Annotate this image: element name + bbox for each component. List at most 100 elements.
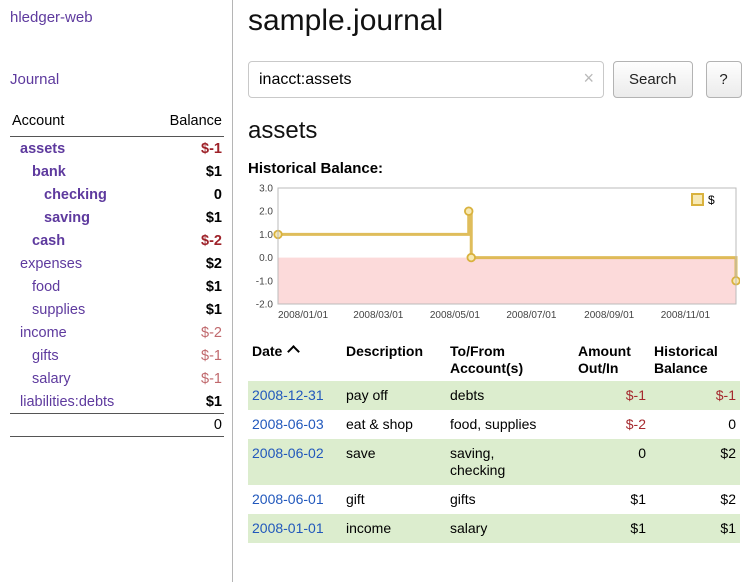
accounts-header-account: Account — [12, 113, 64, 129]
transaction-description: eat & shop — [342, 410, 446, 439]
account-row: gifts $-1 — [10, 344, 224, 367]
transaction-date-link[interactable]: 2008-12-31 — [252, 387, 324, 403]
account-row: food $1 — [10, 275, 224, 298]
account-link[interactable]: liabilities:debts — [12, 394, 114, 410]
transaction-date-link[interactable]: 2008-06-02 — [252, 445, 324, 461]
tofrom-column-header: To/From Account(s) — [446, 339, 574, 381]
account-link[interactable]: saving — [12, 210, 90, 226]
account-balance: $-1 — [201, 141, 222, 157]
transaction-description: save — [342, 439, 446, 485]
account-link[interactable]: salary — [12, 371, 71, 387]
account-row: salary$-1 — [10, 367, 224, 390]
search-box: × — [248, 61, 604, 98]
svg-text:2008/09/01: 2008/09/01 — [584, 310, 634, 321]
account-row: cash $-2 — [10, 229, 224, 252]
transaction-description: pay off — [342, 381, 446, 410]
register-row: 2008-06-01 giftgifts$1$2 — [248, 485, 740, 514]
account-row: saving$1 — [10, 206, 224, 229]
account-row: expenses$2 — [10, 252, 224, 275]
transaction-amount: $1 — [574, 485, 650, 514]
account-row: checking 0 — [10, 183, 224, 206]
svg-text:2008/07/01: 2008/07/01 — [506, 310, 556, 321]
account-row: liabilities:debts$1 — [10, 390, 224, 413]
accounts-table: Account Balance assets $-1 bank $1 checking 0… — [10, 111, 224, 437]
description-column-header: Description — [342, 339, 446, 381]
transaction-balance: $2 — [650, 439, 740, 485]
transaction-accounts: debts — [446, 381, 574, 410]
transaction-accounts: salary — [446, 514, 574, 543]
transaction-accounts: gifts — [446, 485, 574, 514]
transaction-amount: $1 — [574, 514, 650, 543]
account-row: bank $1 — [10, 160, 224, 183]
transaction-balance: $2 — [650, 485, 740, 514]
balance-header-line1: Historical — [654, 343, 718, 359]
balance-column-header: Historical Balance — [650, 339, 740, 381]
svg-text:$: $ — [708, 193, 715, 207]
search-form: × Search ? — [248, 61, 742, 98]
account-link[interactable]: checking — [12, 187, 107, 203]
amount-header-line2: Out/In — [578, 360, 618, 376]
clear-search-icon[interactable]: × — [583, 68, 594, 88]
main-content: sample.journal × Search ? assets Histori… — [233, 0, 742, 582]
register-row: 2008-12-31pay offdebts$-1$-1 — [248, 381, 740, 410]
help-button[interactable]: ? — [706, 61, 742, 98]
transaction-description: gift — [342, 485, 446, 514]
date-column-header[interactable]: Date — [248, 339, 342, 381]
nav-journal-link[interactable]: Journal — [10, 71, 224, 88]
account-link[interactable]: assets — [12, 141, 65, 157]
balance-header-line2: Balance — [654, 360, 708, 376]
accounts-header-balance: Balance — [170, 113, 222, 129]
hledger-web-app: hledger-web Journal Account Balance asse… — [0, 0, 742, 582]
search-input[interactable] — [248, 61, 604, 98]
svg-text:0.0: 0.0 — [259, 253, 273, 264]
register-row: 2008-06-03eat & shopfood, supplies$-20 — [248, 410, 740, 439]
transaction-amount: $-1 — [574, 381, 650, 410]
accounts-table-header: Account Balance — [10, 111, 224, 137]
balance-chart: 3.02.01.00.0-1.0-2.02008/01/012008/03/01… — [248, 182, 740, 330]
account-balance: $-2 — [201, 233, 222, 249]
account-link[interactable]: expenses — [12, 256, 82, 272]
search-button[interactable]: Search — [613, 61, 693, 98]
sidebar: hledger-web Journal Account Balance asse… — [0, 0, 233, 582]
account-balance: $-2 — [201, 325, 222, 341]
app-title-link[interactable]: hledger-web — [10, 9, 224, 26]
account-row: assets $-1 — [10, 137, 224, 160]
account-balance: $1 — [206, 164, 222, 180]
transaction-amount: $-2 — [574, 410, 650, 439]
account-link[interactable]: income — [12, 325, 67, 341]
transaction-date-link[interactable]: 2008-01-01 — [252, 520, 324, 536]
account-row: supplies$1 — [10, 298, 224, 321]
transaction-accounts: food, supplies — [446, 410, 574, 439]
account-link[interactable]: cash — [12, 233, 65, 249]
chart-title: Historical Balance: — [248, 160, 742, 177]
account-link[interactable]: gifts — [12, 348, 59, 364]
accounts-total-value: 0 — [214, 417, 222, 433]
account-link[interactable]: food — [12, 279, 60, 295]
sort-ascending-icon — [287, 345, 300, 358]
amount-header-line1: Amount — [578, 343, 631, 359]
account-balance: $1 — [206, 279, 222, 295]
register-row: 2008-01-01incomesalary$1$1 — [248, 514, 740, 543]
accounts-total-row: 0 — [10, 413, 224, 437]
svg-text:2008/05/01: 2008/05/01 — [430, 310, 480, 321]
register-header-row: Date Description To/From Account(s) Amou… — [248, 339, 740, 381]
account-balance: 0 — [214, 187, 222, 203]
account-heading: assets — [248, 117, 742, 145]
transaction-date-link[interactable]: 2008-06-03 — [252, 416, 324, 432]
tofrom-header-line1: To/From — [450, 343, 505, 359]
transaction-date-link[interactable]: 2008-06-01 — [252, 491, 324, 507]
transaction-balance: $-1 — [650, 381, 740, 410]
transaction-amount: 0 — [574, 439, 650, 485]
account-row: income $-2 — [10, 321, 224, 344]
account-balance: $-1 — [201, 348, 222, 364]
accounts-list: assets$-1bank$1checking0saving$1cash$-2e… — [10, 137, 224, 413]
svg-text:2008/01/01: 2008/01/01 — [278, 310, 328, 321]
date-header-label: Date — [252, 343, 282, 359]
transaction-description: income — [342, 514, 446, 543]
page-title: sample.journal — [248, 4, 742, 38]
tofrom-header-line2: Account(s) — [450, 360, 523, 376]
amount-column-header: Amount Out/In — [574, 339, 650, 381]
account-link[interactable]: bank — [12, 164, 66, 180]
svg-text:2008/03/01: 2008/03/01 — [353, 310, 403, 321]
account-link[interactable]: supplies — [12, 302, 85, 318]
